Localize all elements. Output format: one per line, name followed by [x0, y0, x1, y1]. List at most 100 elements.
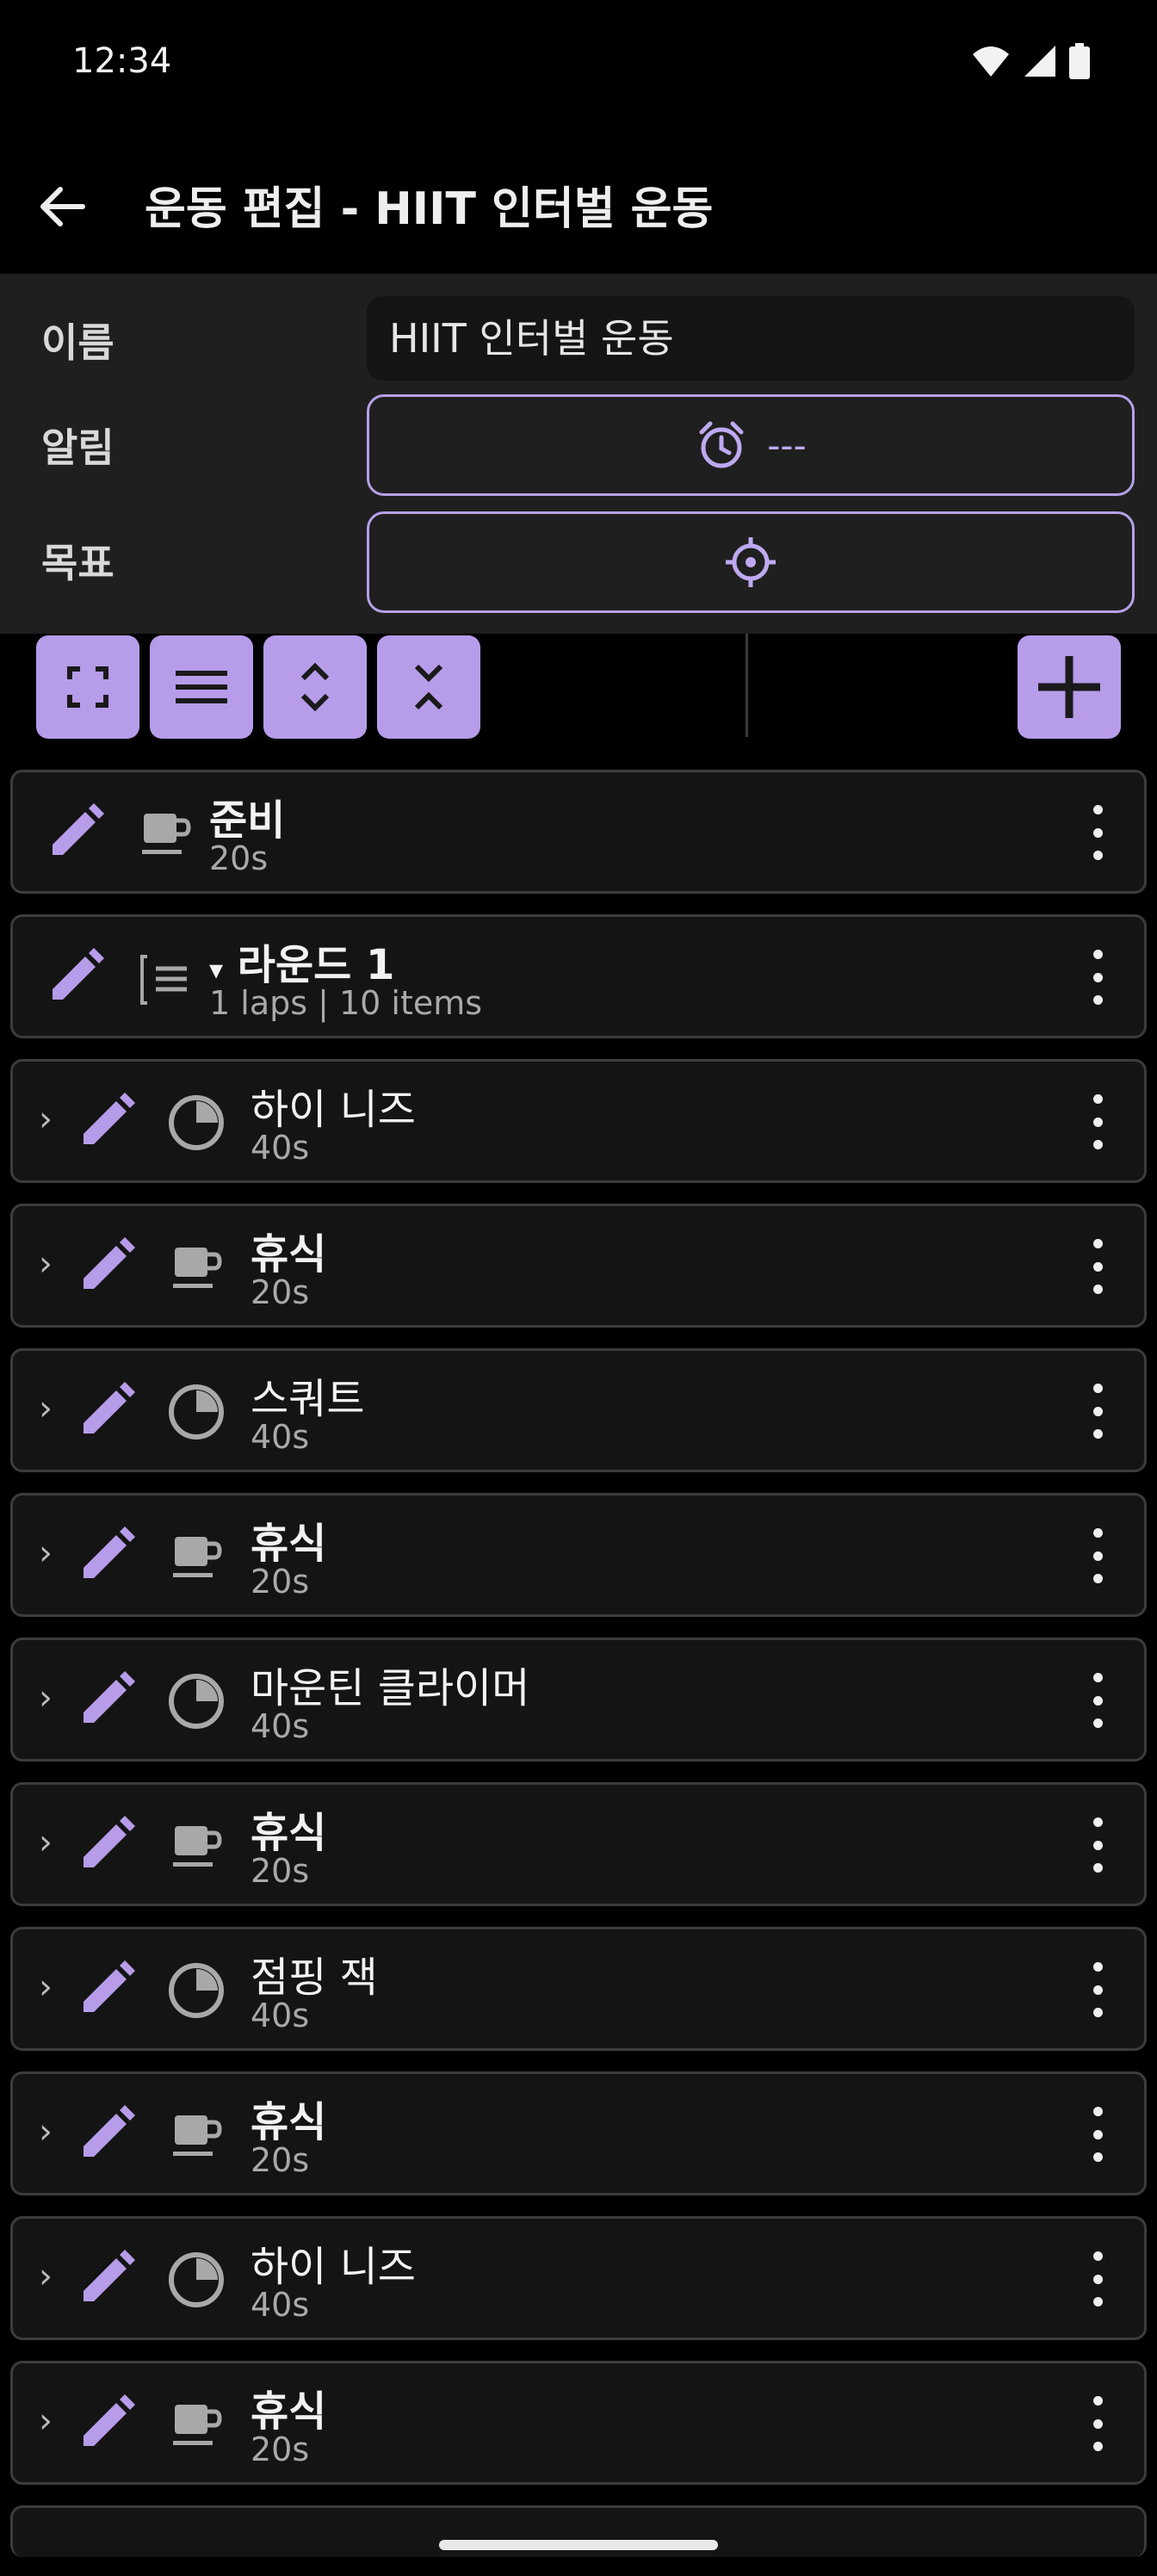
item-title: 마운틴 클라이머 [251, 1664, 530, 1712]
item-title: 휴식 [251, 2098, 327, 2146]
list-item[interactable]: › 점핑 잭 40s [10, 1927, 1147, 2051]
list-item[interactable]: › 휴식 20s [10, 1493, 1147, 1617]
item-title: 하이 니즈 [251, 1086, 416, 1134]
edit-icon[interactable] [77, 1091, 137, 1151]
timer-icon [169, 1384, 224, 1440]
more-options-button[interactable] [1080, 950, 1115, 1005]
edit-icon[interactable] [77, 2248, 137, 2308]
item-title: 휴식 [251, 1230, 327, 1279]
list-item[interactable]: › 휴식 20s [10, 2361, 1147, 2485]
alarm-label: 알림 [41, 424, 114, 471]
reorder-button[interactable] [150, 635, 253, 739]
goal-button[interactable] [367, 511, 1135, 613]
chevron-right-icon[interactable]: › [39, 1967, 53, 2007]
more-options-button[interactable] [1080, 1239, 1115, 1294]
edit-icon[interactable] [77, 1235, 137, 1296]
crosshair-icon [726, 537, 776, 587]
alarm-button[interactable]: --- [367, 394, 1135, 496]
expand-all-button[interactable] [263, 635, 367, 739]
item-duration: 40s [251, 1129, 310, 1167]
edit-icon[interactable] [77, 1525, 137, 1585]
plus-icon [1038, 656, 1100, 718]
coffee-icon [173, 2115, 222, 2156]
collapse-arrow-icon[interactable]: ▾ [209, 953, 223, 986]
item-title: 점핑 잭 [251, 1954, 378, 2002]
chevron-right-icon[interactable]: › [39, 2112, 53, 2152]
list-item[interactable]: › 휴식 20s [10, 1782, 1147, 1906]
chevron-right-icon[interactable]: › [39, 2401, 53, 2441]
edit-icon[interactable] [46, 946, 106, 1006]
item-title: 휴식 [251, 2387, 327, 2436]
item-title: 휴식 [251, 1809, 327, 1857]
item-duration: 40s [251, 1418, 310, 1456]
coffee-icon [173, 1248, 222, 1288]
coffee-icon [173, 2405, 222, 2445]
list-item-group[interactable]: ▾ 라운드 1 1 laps | 10 items [10, 914, 1147, 1038]
alarm-value: --- [767, 424, 807, 467]
fullscreen-icon [67, 666, 108, 708]
fullscreen-button[interactable] [36, 635, 139, 739]
collapse-all-button[interactable] [377, 635, 480, 739]
more-options-button[interactable] [1080, 1384, 1115, 1439]
chevron-right-icon[interactable]: › [39, 1244, 53, 1284]
status-icons [971, 43, 1090, 79]
list-item[interactable]: › 휴식 20s [10, 1204, 1147, 1328]
list-item[interactable]: › 하이 니즈 40s [10, 2216, 1147, 2340]
more-options-button[interactable] [1080, 2396, 1115, 2451]
more-options-button[interactable] [1080, 1817, 1115, 1873]
item-duration: 20s [251, 1273, 310, 1311]
chevron-right-icon[interactable]: › [39, 1389, 53, 1428]
item-duration: 40s [251, 2286, 310, 2324]
coffee-icon [142, 814, 191, 854]
timer-icon [169, 1674, 224, 1729]
chevron-right-icon[interactable]: › [39, 2257, 53, 2296]
list-item[interactable]: › 하이 니즈 40s [10, 1059, 1147, 1183]
timer-icon [169, 2252, 224, 2307]
more-options-button[interactable] [1080, 2107, 1115, 2162]
edit-icon[interactable] [77, 1380, 137, 1440]
name-field[interactable]: HIIT 인터벌 운동 [367, 296, 1135, 381]
chevron-right-icon[interactable]: › [39, 1533, 53, 1573]
item-title: 준비 [209, 796, 286, 845]
group-title: 라운드 1 [237, 941, 395, 989]
chevron-right-icon[interactable]: › [39, 1099, 53, 1139]
more-options-button[interactable] [1080, 805, 1115, 860]
reorder-icon [176, 671, 227, 703]
edit-icon[interactable] [77, 1669, 137, 1730]
more-options-button[interactable] [1080, 1673, 1115, 1728]
arrow-back-icon [40, 187, 85, 226]
edit-icon[interactable] [77, 1814, 137, 1874]
more-options-button[interactable] [1080, 2251, 1115, 2307]
item-duration: 20s [251, 2141, 310, 2179]
battery-icon [1069, 43, 1090, 79]
unfold-less-icon [414, 664, 443, 710]
alarm-clock-icon [699, 421, 744, 468]
timer-icon [169, 1095, 224, 1150]
item-title: 휴식 [251, 1520, 327, 1568]
more-options-button[interactable] [1080, 1528, 1115, 1583]
toolbar-divider [746, 634, 748, 737]
list-item[interactable]: › 마운틴 클라이머 40s [10, 1638, 1147, 1762]
more-options-button[interactable] [1080, 1962, 1115, 2017]
status-bar: 12:34 [0, 0, 1157, 129]
list-item[interactable]: › 스쿼트 40s [10, 1348, 1147, 1472]
more-options-button[interactable] [1080, 1094, 1115, 1149]
chevron-right-icon[interactable]: › [39, 1823, 53, 1862]
list-item[interactable]: 준비 20s [10, 770, 1147, 894]
name-label: 이름 [41, 319, 114, 366]
wifi-icon [973, 46, 1009, 77]
home-indicator[interactable] [439, 2540, 718, 2550]
list-item[interactable]: › 휴식 20s [10, 2071, 1147, 2195]
item-duration: 20s [251, 2430, 310, 2468]
back-button[interactable] [31, 176, 93, 238]
goal-label: 목표 [41, 540, 114, 586]
edit-icon[interactable] [46, 802, 106, 862]
add-button[interactable] [1018, 635, 1121, 739]
item-duration: 20s [251, 1852, 310, 1890]
edit-icon[interactable] [77, 2393, 137, 2453]
edit-icon[interactable] [77, 1959, 137, 2019]
chevron-right-icon[interactable]: › [39, 1678, 53, 1718]
page-title: 운동 편집 - HIIT 인터벌 운동 [145, 183, 714, 235]
edit-icon[interactable] [77, 2103, 137, 2164]
item-duration: 40s [251, 1997, 310, 2034]
